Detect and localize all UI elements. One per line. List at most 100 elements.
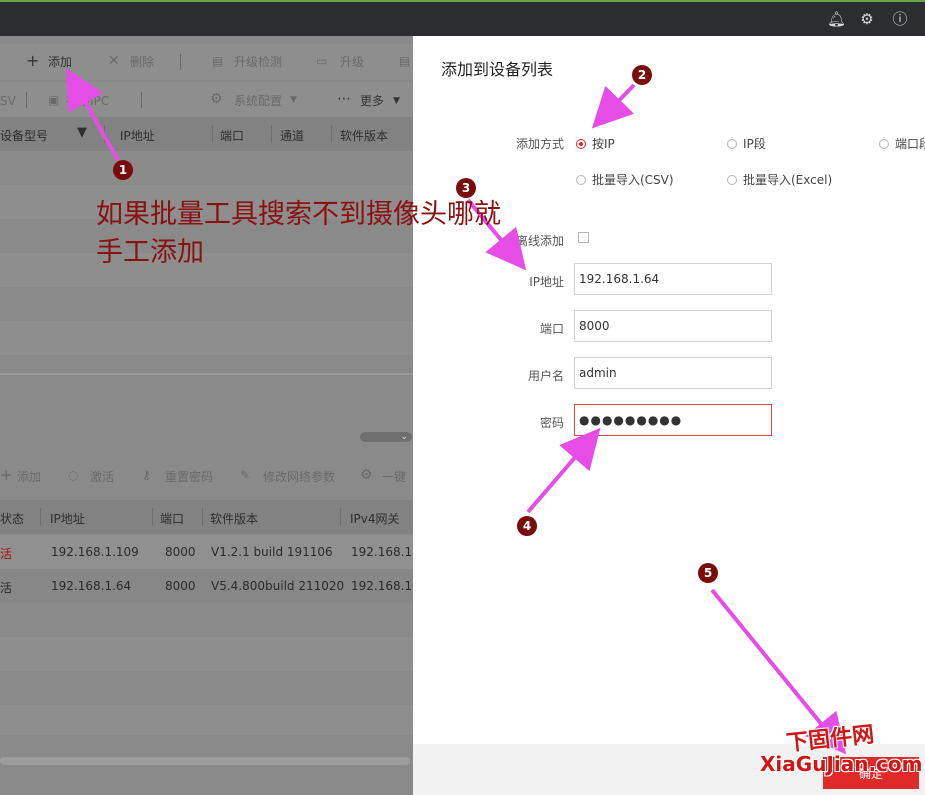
bulb-icon: ◌ xyxy=(68,468,79,482)
toolbar-divider xyxy=(26,92,27,108)
collapse-handle[interactable]: ⌄ xyxy=(360,432,412,442)
ip-cell: 192.168.1.109 xyxy=(51,545,139,559)
filter-icon[interactable]: ▼ xyxy=(77,125,87,140)
toolbar-primary: + 添加 ✕ 删除 ▤ 升级检测 ▭ 升级 ▤ xyxy=(0,44,413,80)
upgrade-icon: ▭ xyxy=(316,54,328,68)
username-label: 用户名 xyxy=(527,369,564,383)
column-divider xyxy=(202,508,203,526)
column-header[interactable]: IPv4网关 xyxy=(350,510,400,527)
more-icon: ⋯ xyxy=(337,91,351,107)
bell-icon[interactable]: 🔔︎ xyxy=(827,10,846,28)
radio-icon xyxy=(727,175,737,185)
panel-divider xyxy=(0,373,413,375)
modify-network-button[interactable]: 修改网络参数 xyxy=(263,469,335,485)
offline-add-checkbox[interactable] xyxy=(578,232,589,243)
radio-by-ip[interactable]: 按IP xyxy=(576,135,615,152)
radio-import-csv[interactable]: 批量导入(CSV) xyxy=(576,171,674,188)
delete-icon: ✕ xyxy=(108,53,120,69)
device-management-panel: + 添加 ✕ 删除 ▤ 升级检测 ▭ 升级 ▤ SV ▣ 在线IPC ⚙ 系统配… xyxy=(0,36,413,795)
column-divider xyxy=(340,508,341,526)
csv-button[interactable]: SV xyxy=(0,93,16,109)
radio-ip-range[interactable]: IP段 xyxy=(727,135,766,152)
device-table-header: 设备型号 ▼ IP地址 端口 通道 软件版本 xyxy=(0,117,413,151)
toolbar-divider xyxy=(180,54,181,70)
column-header[interactable]: IP地址 xyxy=(120,127,155,144)
radio-icon xyxy=(727,139,737,149)
dialog-footer: 确定 xyxy=(413,744,925,795)
add-icon[interactable]: + xyxy=(26,53,39,69)
toolbar-divider xyxy=(141,92,142,108)
settings-icon: ⚙ xyxy=(210,91,223,107)
status-cell: 活 xyxy=(0,547,13,561)
version-cell: V1.2.1 build 191106 xyxy=(211,545,333,559)
online-table-header: 状态 IP地址 端口 软件版本 IPv4网关 xyxy=(0,500,413,534)
delete-button[interactable]: 删除 xyxy=(130,54,154,70)
add-mode-label: 添加方式 xyxy=(515,137,564,151)
username-input[interactable] xyxy=(574,357,772,389)
top-bar: 🔔︎ ⚙ ⓘ xyxy=(0,2,925,36)
column-divider xyxy=(152,508,153,526)
confirm-button[interactable]: 确定 xyxy=(823,757,919,789)
column-header[interactable]: 设备型号 xyxy=(0,127,48,144)
info-icon[interactable]: ⓘ xyxy=(891,10,909,28)
radio-label: 端口段 xyxy=(895,137,925,151)
version-cell: V5.4.800build 211020 xyxy=(211,579,345,593)
upgrade-check-button[interactable]: 升级检测 xyxy=(234,54,282,70)
more-tool-icon: ▤ xyxy=(399,54,411,68)
add-online-button[interactable]: 添加 xyxy=(17,469,41,485)
table-row[interactable]: 活 192.168.1.64 8000 V5.4.800build 211020… xyxy=(0,569,413,603)
column-header[interactable]: 端口 xyxy=(220,127,244,144)
gear-icon: ⚙ xyxy=(360,467,373,483)
system-config-button[interactable]: 系统配置 xyxy=(234,93,282,109)
one-key-button[interactable]: 一键 xyxy=(382,469,406,485)
camera-icon: ▣ xyxy=(48,93,60,107)
column-header[interactable]: 端口 xyxy=(160,510,184,527)
add-button[interactable]: 添加 xyxy=(48,54,72,70)
table-row xyxy=(0,253,413,287)
radio-label: 批量导入(CSV) xyxy=(592,173,674,187)
radio-selected-icon xyxy=(576,139,586,149)
table-row xyxy=(0,185,413,219)
radio-label: 批量导入(Excel) xyxy=(743,173,833,187)
upgrade-check-icon: ▤ xyxy=(212,54,224,68)
activate-button[interactable]: 激活 xyxy=(90,469,114,485)
upgrade-button[interactable]: 升级 xyxy=(340,54,364,70)
port-input[interactable] xyxy=(574,310,772,342)
column-header[interactable]: 软件版本 xyxy=(340,127,388,144)
table-row xyxy=(0,705,413,735)
gear-icon[interactable]: ⚙ xyxy=(858,10,876,28)
port-cell: 8000 xyxy=(165,579,196,593)
add-device-dialog: 添加到设备列表 添加方式 按IP IP段 端口段 批量导入(CSV) 批量导入(… xyxy=(413,36,925,795)
chevron-down-icon: ▼ xyxy=(393,96,400,106)
password-input[interactable] xyxy=(574,404,772,436)
port-cell: 8000 xyxy=(165,545,196,559)
offline-add-label: 离线添加 xyxy=(515,234,564,248)
horizontal-scrollbar[interactable] xyxy=(0,757,410,765)
dialog-title: 添加到设备列表 xyxy=(441,60,554,79)
column-divider xyxy=(331,125,332,143)
chevron-down-icon: ▼ xyxy=(290,95,297,105)
status-cell: 活 xyxy=(0,581,13,595)
online-ipc-button[interactable]: 在线IPC xyxy=(66,93,109,109)
ip-label: IP地址 xyxy=(529,275,564,289)
radio-import-excel[interactable]: 批量导入(Excel) xyxy=(727,171,832,188)
edit-icon: ✎ xyxy=(240,468,251,482)
table-row xyxy=(0,321,413,355)
column-header[interactable]: 软件版本 xyxy=(210,510,258,527)
radio-icon xyxy=(576,175,586,185)
gateway-cell: 192.168.1.1 xyxy=(351,579,413,593)
column-header[interactable]: 通道 xyxy=(280,127,304,144)
column-header[interactable]: 状态 xyxy=(0,510,24,527)
column-divider xyxy=(212,125,213,143)
password-label: 密码 xyxy=(539,416,564,430)
radio-label: IP段 xyxy=(743,137,766,151)
table-row xyxy=(0,637,413,671)
reset-password-button[interactable]: 重置密码 xyxy=(165,469,213,485)
radio-port-range[interactable]: 端口段 xyxy=(879,135,925,152)
toolbar-secondary: SV ▣ 在线IPC ⚙ 系统配置 ▼ ⋯ 更多 ▼ xyxy=(0,82,413,118)
more-button[interactable]: 更多 xyxy=(360,93,384,109)
ip-input[interactable] xyxy=(574,263,772,295)
column-divider xyxy=(104,125,105,143)
column-header[interactable]: IP地址 xyxy=(50,510,85,527)
table-row[interactable]: 活 192.168.1.109 8000 V1.2.1 build 191106… xyxy=(0,535,413,569)
